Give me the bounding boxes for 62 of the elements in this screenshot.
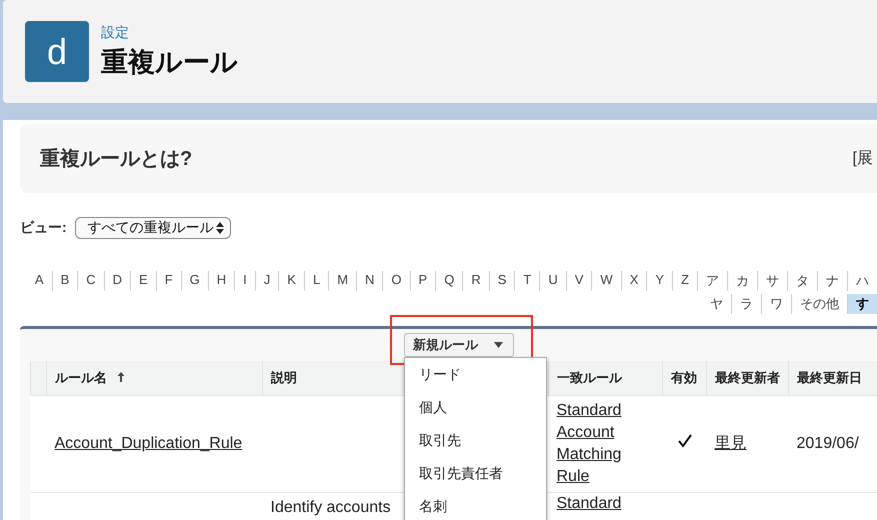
alphabet-filter-link[interactable]: U: [539, 271, 566, 291]
matching-rule-link[interactable]: Standard Account Matching Rule: [556, 400, 654, 488]
alphabet-filter-link[interactable]: T: [514, 271, 540, 291]
column-header[interactable]: 一致ルール: [548, 361, 662, 396]
alphabet-filter-link[interactable]: I: [234, 271, 255, 291]
alphabet-filter-link[interactable]: J: [254, 271, 278, 291]
matching-rule-link[interactable]: Standard: [556, 493, 654, 515]
alphabet-filter-link[interactable]: ハ: [847, 271, 877, 291]
column-header[interactable]: 有効: [662, 361, 706, 396]
column-header[interactable]: 最終更新者: [706, 361, 788, 396]
alphabet-filter-link[interactable]: F: [156, 271, 181, 291]
alphabet-filter-link[interactable]: Q: [435, 271, 462, 291]
alphabet-filter-link[interactable]: C: [77, 271, 104, 291]
alphabet-filter-link[interactable]: R: [462, 271, 489, 291]
alphabet-filter-link[interactable]: B: [52, 271, 78, 291]
menu-item[interactable]: リード: [405, 358, 546, 391]
alphabet-filter-link[interactable]: M: [328, 271, 356, 291]
page-title: 重複ルール: [101, 46, 238, 78]
alphabet-filter-link[interactable]: O: [382, 271, 410, 291]
breadcrumb-link[interactable]: 設定: [101, 24, 238, 42]
menu-item[interactable]: 取引先責任者: [405, 457, 546, 490]
alphabet-filter-link[interactable]: Z: [672, 271, 697, 291]
alphabet-filter-link[interactable]: す: [847, 294, 877, 314]
alphabet-filter-link[interactable]: Y: [646, 271, 672, 291]
alphabet-filter-link[interactable]: E: [130, 271, 156, 291]
alphabet-filter-link[interactable]: P: [410, 271, 436, 291]
alphabet-filter-link[interactable]: G: [180, 271, 208, 291]
alphabet-filter-link[interactable]: ア: [697, 271, 727, 291]
alphabet-filter-link[interactable]: H: [208, 271, 234, 291]
user-link[interactable]: 里見: [714, 435, 746, 452]
menu-item[interactable]: 個人: [405, 391, 546, 424]
alphabet-filter-link[interactable]: カ: [727, 271, 757, 291]
new-rule-button[interactable]: 新規ルール: [404, 333, 514, 357]
view-label: ビュー:: [20, 219, 67, 237]
alphabet-filter-link[interactable]: ラ: [731, 294, 761, 314]
app-icon: d: [25, 21, 89, 82]
alphabet-filter-link[interactable]: サ: [757, 271, 787, 291]
alphabet-filter-link[interactable]: ワ: [761, 294, 791, 314]
rule-name-link[interactable]: Account_Duplication_Rule: [54, 435, 242, 452]
alphabet-filter-link[interactable]: A: [26, 271, 52, 291]
info-title: 重複ルールとは?: [40, 147, 192, 172]
alphabet-filter-link[interactable]: L: [304, 271, 328, 291]
date-text: 2019/06/: [796, 435, 859, 452]
alphabet-filter-link[interactable]: N: [356, 271, 382, 291]
updown-icon: [216, 222, 224, 234]
column-header[interactable]: ルール名: [46, 361, 262, 396]
alphabet-filter-link[interactable]: K: [278, 271, 304, 291]
alphabet-filter-link[interactable]: ナ: [817, 271, 847, 291]
caret-icon: [494, 342, 503, 348]
menu-item[interactable]: 名刺: [405, 490, 546, 520]
alphabet-filter-link[interactable]: V: [566, 271, 592, 291]
expand-link[interactable]: [展: [852, 148, 873, 169]
alphabet-filter-link[interactable]: W: [591, 271, 621, 291]
column-header[interactable]: 最終更新日: [788, 361, 877, 396]
alphabet-filter-link[interactable]: X: [620, 271, 646, 291]
menu-item[interactable]: 取引先: [405, 424, 546, 457]
alphabet-filter-link[interactable]: S: [488, 271, 514, 291]
view-select[interactable]: すべての重複ルール: [74, 217, 231, 239]
alphabet-filter-link[interactable]: D: [104, 271, 130, 291]
description-text: Identify accounts: [270, 499, 391, 516]
alphabet-filter-link[interactable]: タ: [787, 271, 817, 291]
alphabet-filter-link[interactable]: ヤ: [702, 294, 731, 314]
